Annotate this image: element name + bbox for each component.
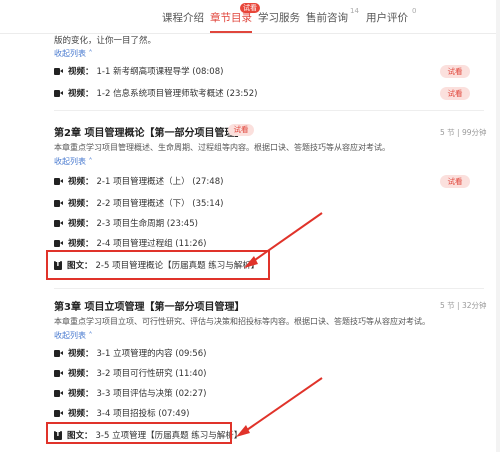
annotation-arrows (236, 212, 323, 437)
annotation-arrow-line (251, 212, 323, 263)
annotation-arrow-head (236, 425, 250, 437)
annotation-arrow-head (244, 256, 258, 268)
annotation-arrow-line (243, 377, 323, 433)
